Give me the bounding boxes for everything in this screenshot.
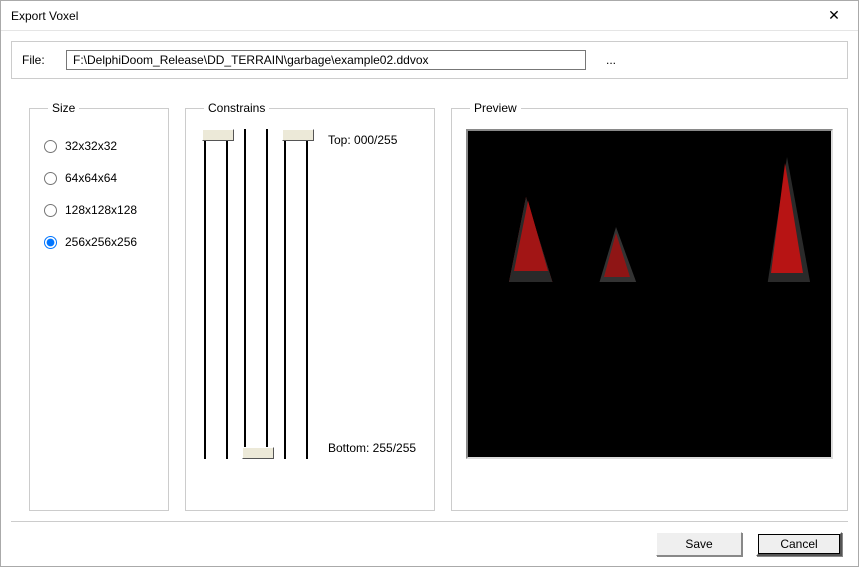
size-label-256: 256x256x256 [65, 235, 137, 249]
titlebar: Export Voxel ✕ [1, 1, 858, 31]
cancel-button[interactable]: Cancel [756, 532, 842, 556]
constraint-labels: Top: 000/255 Bottom: 255/255 [328, 129, 416, 459]
size-option-32[interactable]: 32x32x32 [44, 139, 154, 153]
constrains-legend: Constrains [204, 101, 269, 115]
preview-canvas [466, 129, 833, 459]
size-label-32: 32x32x32 [65, 139, 117, 153]
terrain-peak [598, 227, 638, 287]
terrain-peak [767, 157, 811, 287]
slider-bottom-thumb[interactable] [242, 447, 274, 459]
terrain-ground [468, 282, 831, 342]
slider-top[interactable] [200, 129, 232, 459]
top-value-label: Top: 000/255 [328, 133, 416, 147]
file-path-input[interactable] [66, 50, 586, 70]
browse-button[interactable]: ... [600, 53, 622, 67]
file-label: File: [22, 53, 52, 67]
constraint-sliders [200, 129, 312, 459]
size-label-64: 64x64x64 [65, 171, 117, 185]
save-button[interactable]: Save [656, 532, 742, 556]
bottom-value-label: Bottom: 255/255 [328, 441, 416, 455]
slider-extra[interactable] [280, 129, 312, 459]
size-group: Size 32x32x32 64x64x64 128x128x128 256x2… [29, 101, 169, 511]
size-radio-128[interactable] [44, 204, 57, 217]
size-legend: Size [48, 101, 79, 115]
close-icon: ✕ [828, 7, 840, 24]
size-radio-32[interactable] [44, 140, 57, 153]
size-option-128[interactable]: 128x128x128 [44, 203, 154, 217]
main-area: Size 32x32x32 64x64x64 128x128x128 256x2… [1, 79, 858, 521]
button-bar: Save Cancel [11, 521, 848, 556]
window-title: Export Voxel [11, 9, 78, 23]
slider-extra-thumb[interactable] [282, 129, 314, 141]
size-label-128: 128x128x128 [65, 203, 137, 217]
size-option-64[interactable]: 64x64x64 [44, 171, 154, 185]
export-voxel-dialog: Export Voxel ✕ File: ... Size 32x32x32 6… [0, 0, 859, 567]
close-button[interactable]: ✕ [814, 4, 854, 28]
size-radio-256[interactable] [44, 236, 57, 249]
constrains-group: Constrains [185, 101, 435, 511]
terrain-peak [508, 197, 554, 287]
size-option-256[interactable]: 256x256x256 [44, 235, 154, 249]
preview-legend: Preview [470, 101, 521, 115]
size-radio-64[interactable] [44, 172, 57, 185]
slider-bottom[interactable] [240, 129, 272, 459]
preview-group: Preview [451, 101, 848, 511]
slider-top-thumb[interactable] [202, 129, 234, 141]
file-row: File: ... [11, 41, 848, 79]
